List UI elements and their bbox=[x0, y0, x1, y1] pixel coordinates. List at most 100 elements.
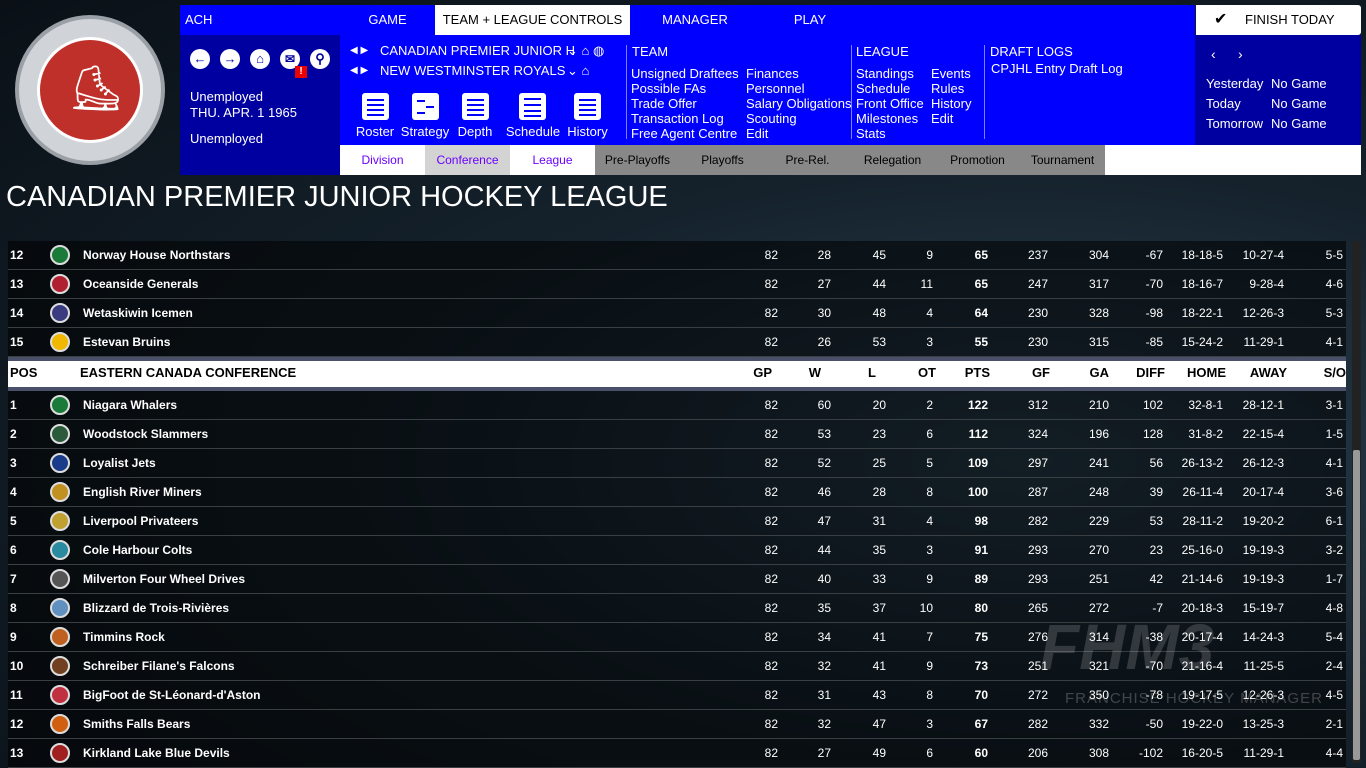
history-icon[interactable] bbox=[574, 93, 601, 120]
depth-icon[interactable] bbox=[462, 93, 489, 120]
column-header-ot[interactable]: OT bbox=[901, 361, 936, 385]
column-header-diff[interactable]: DIFF bbox=[1123, 361, 1165, 385]
menu-link[interactable]: Front Office bbox=[856, 96, 924, 111]
cell-team[interactable]: English River Miners bbox=[83, 478, 202, 506]
cell-team[interactable]: Liverpool Privateers bbox=[83, 507, 198, 535]
table-row[interactable]: 12 Smiths Falls Bears 82 32 47 3 67 282 332 -50 19… bbox=[8, 710, 1346, 739]
table-row[interactable]: 14 Wetaskiwin Icemen 82 30 48 4 64 230 328 -98 18-… bbox=[8, 299, 1346, 328]
subtab-conference[interactable]: Conference bbox=[425, 145, 510, 175]
column-header-w[interactable]: W bbox=[796, 361, 821, 385]
subtab-league[interactable]: League bbox=[510, 145, 595, 175]
menu-link[interactable]: Edit bbox=[931, 111, 953, 126]
league-prev-next-icon[interactable]: ◀ ▶ bbox=[350, 43, 368, 58]
nav-ach[interactable]: ACH bbox=[180, 5, 230, 35]
column-header-pos[interactable]: POS bbox=[10, 361, 37, 385]
cell-team[interactable]: Estevan Bruins bbox=[83, 328, 170, 356]
tab-play[interactable]: PLAY bbox=[760, 5, 860, 35]
menu-link[interactable]: Scouting bbox=[746, 111, 797, 126]
cell-team[interactable]: Blizzard de Trois-Rivières bbox=[83, 594, 229, 622]
cell-team[interactable]: Niagara Whalers bbox=[83, 391, 177, 419]
subtab-relegation[interactable]: Relegation bbox=[850, 145, 935, 175]
menu-link[interactable]: Standings bbox=[856, 66, 914, 81]
table-row[interactable]: 2 Woodstock Slammers 82 53 23 6 112 324 196 128 31… bbox=[8, 420, 1346, 449]
table-row[interactable]: 15 Estevan Bruins 82 26 53 3 55 230 315 -85 15-24-… bbox=[8, 328, 1346, 357]
schedule-link[interactable]: Schedule bbox=[503, 124, 563, 139]
menu-link[interactable]: Schedule bbox=[856, 81, 910, 96]
strategy-icon[interactable] bbox=[412, 93, 439, 120]
table-row[interactable]: 12 Norway House Northstars 82 28 45 9 65 237 304… bbox=[8, 241, 1346, 270]
column-header-pts[interactable]: PTS bbox=[953, 361, 990, 385]
schedule-icon[interactable] bbox=[519, 93, 546, 120]
menu-link[interactable]: Possible FAs bbox=[631, 81, 706, 96]
menu-link[interactable]: Events bbox=[931, 66, 971, 81]
subtab-promotion[interactable]: Promotion bbox=[935, 145, 1020, 175]
cell-team[interactable]: Oceanside Generals bbox=[83, 270, 198, 298]
table-row[interactable]: 13 Kirkland Lake Blue Devils 82 27 49 6 60 206 3… bbox=[8, 739, 1346, 768]
roster-link[interactable]: Roster bbox=[350, 124, 400, 139]
table-row[interactable]: 6 Cole Harbour Colts 82 44 35 3 91 293 270 23 25-1… bbox=[8, 536, 1346, 565]
menu-link[interactable]: Transaction Log bbox=[631, 111, 724, 126]
finish-today-button[interactable]: ✔ FINISH TODAY bbox=[1196, 5, 1361, 35]
subtab-pre-rel-[interactable]: Pre-Rel. bbox=[765, 145, 850, 175]
cell-team[interactable]: Loyalist Jets bbox=[83, 449, 156, 477]
column-header-so[interactable]: S/O bbox=[1301, 361, 1346, 385]
table-row[interactable]: 7 Milverton Four Wheel Drives 82 40 33 9 89 293… bbox=[8, 565, 1346, 594]
team-prev-next-icon[interactable]: ◀ ▶ bbox=[350, 63, 368, 78]
cell-team[interactable]: Schreiber Filane's Falcons bbox=[83, 652, 235, 680]
subtab-pre-playoffs[interactable]: Pre-Playoffs bbox=[595, 145, 680, 175]
cell-team[interactable]: Wetaskiwin Icemen bbox=[83, 299, 193, 327]
cell-team[interactable]: Smiths Falls Bears bbox=[83, 710, 190, 738]
league-selector[interactable]: CANADIAN PREMIER JUNIOR H bbox=[380, 43, 575, 58]
roster-icon[interactable] bbox=[362, 93, 389, 120]
menu-link[interactable]: Free Agent Centre bbox=[631, 126, 737, 141]
table-row[interactable]: 5 Liverpool Privateers 82 47 31 4 98 282 229 53 28… bbox=[8, 507, 1346, 536]
depth-link[interactable]: Depth bbox=[452, 124, 498, 139]
menu-link[interactable]: Unsigned Draftees bbox=[631, 66, 739, 81]
column-header-l[interactable]: L bbox=[851, 361, 876, 385]
table-row[interactable]: 1 Niagara Whalers 82 60 20 2 122 312 210 102 32-8-… bbox=[8, 391, 1346, 420]
table-row[interactable]: 13 Oceanside Generals 82 27 44 11 65 247 317 -70 1… bbox=[8, 270, 1346, 299]
forward-icon[interactable]: → bbox=[220, 49, 240, 69]
subtab-playoffs[interactable]: Playoffs bbox=[680, 145, 765, 175]
table-row[interactable]: 4 English River Miners 82 46 28 8 100 287 248 39 2… bbox=[8, 478, 1346, 507]
subtab-tournament[interactable]: Tournament bbox=[1020, 145, 1105, 175]
team-dropdown-icon[interactable]: ⌄ ⌂ bbox=[567, 63, 589, 78]
menu-link[interactable]: Personnel bbox=[746, 81, 805, 96]
cell-team[interactable]: Timmins Rock bbox=[83, 623, 165, 651]
menu-link[interactable]: Rules bbox=[931, 81, 964, 96]
strategy-link[interactable]: Strategy bbox=[400, 124, 450, 139]
menu-link[interactable]: History bbox=[931, 96, 971, 111]
column-header-gp[interactable]: GP bbox=[740, 361, 772, 385]
tab-game[interactable]: GAME bbox=[340, 5, 435, 35]
cell-team[interactable]: BigFoot de St-Léonard-d'Aston bbox=[83, 681, 261, 709]
table-row[interactable]: 3 Loyalist Jets 82 52 25 5 109 297 241 56 26-13-2 2… bbox=[8, 449, 1346, 478]
column-header-away[interactable]: AWAY bbox=[1234, 361, 1287, 385]
cell-team[interactable]: Norway House Northstars bbox=[83, 241, 230, 269]
menu-link[interactable]: Salary Obligations bbox=[746, 96, 852, 111]
search-icon[interactable]: ⚲ bbox=[310, 49, 330, 69]
scrollbar-thumb[interactable] bbox=[1353, 450, 1360, 760]
prev-day-icon[interactable]: ‹ bbox=[1211, 47, 1216, 62]
menu-link[interactable]: Trade Offer bbox=[631, 96, 697, 111]
column-header-team[interactable]: EASTERN CANADA CONFERENCE bbox=[80, 361, 296, 385]
column-header-gf[interactable]: GF bbox=[1008, 361, 1050, 385]
column-header-home[interactable]: HOME bbox=[1173, 361, 1226, 385]
cell-team[interactable]: Woodstock Slammers bbox=[83, 420, 208, 448]
tab-team-league-controls[interactable]: TEAM + LEAGUE CONTROLS bbox=[435, 5, 630, 35]
menu-link[interactable]: Edit bbox=[746, 126, 768, 141]
draft-log-link[interactable]: CPJHL Entry Draft Log bbox=[991, 61, 1123, 76]
league-dropdown-icon[interactable]: ⌄ ⌂ ◍ bbox=[567, 43, 604, 58]
team-selector[interactable]: NEW WESTMINSTER ROYALS bbox=[380, 63, 565, 78]
home-icon[interactable]: ⌂ bbox=[250, 49, 270, 69]
menu-link[interactable]: Milestones bbox=[856, 111, 918, 126]
menu-link[interactable]: Stats bbox=[856, 126, 886, 141]
subtab-division[interactable]: Division bbox=[340, 145, 425, 175]
tab-manager[interactable]: MANAGER bbox=[630, 5, 760, 35]
cell-team[interactable]: Cole Harbour Colts bbox=[83, 536, 192, 564]
column-header-ga[interactable]: GA bbox=[1069, 361, 1110, 385]
history-link[interactable]: History bbox=[565, 124, 610, 139]
menu-link[interactable]: Finances bbox=[746, 66, 799, 81]
cell-team[interactable]: Kirkland Lake Blue Devils bbox=[83, 739, 230, 767]
cell-team[interactable]: Milverton Four Wheel Drives bbox=[83, 565, 245, 593]
next-day-icon[interactable]: › bbox=[1238, 47, 1243, 62]
